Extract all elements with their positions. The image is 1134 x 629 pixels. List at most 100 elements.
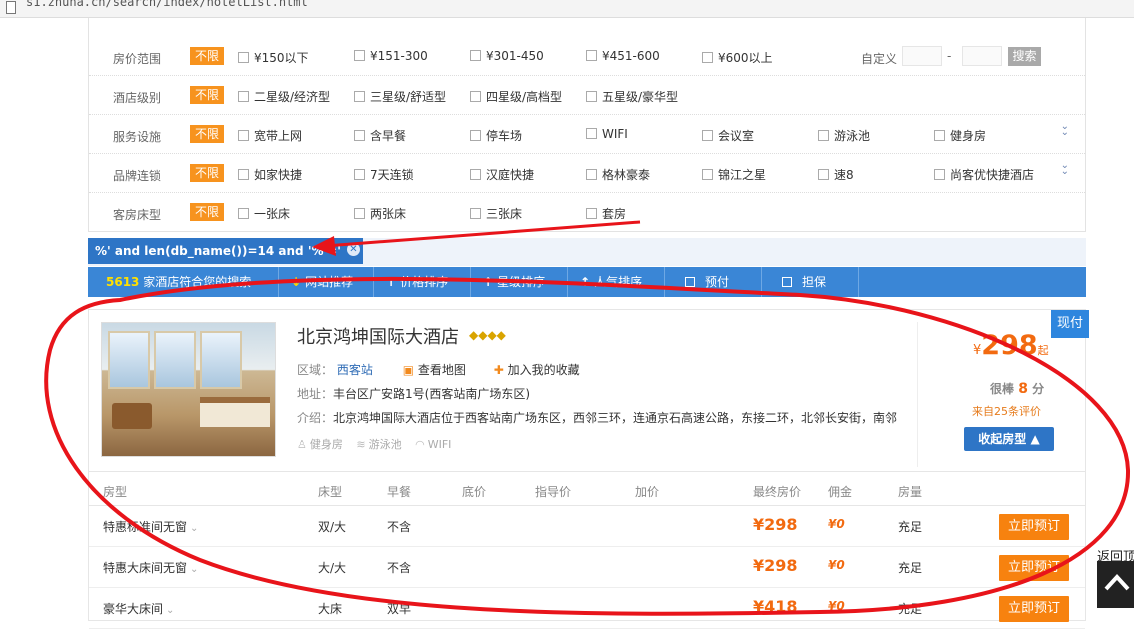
- photo-window: [154, 331, 196, 389]
- bed-option[interactable]: 三张床: [470, 205, 522, 222]
- unlimited-button[interactable]: 不限: [190, 164, 225, 182]
- checkbox[interactable]: [354, 169, 365, 180]
- filter-label: 房价范围: [113, 52, 162, 66]
- brand-option[interactable]: 锦江之星: [702, 166, 766, 183]
- checkbox[interactable]: [354, 208, 365, 219]
- bed-option[interactable]: 两张床: [354, 205, 406, 222]
- checkbox[interactable]: [702, 169, 713, 180]
- expand-more-icon[interactable]: ⌄ ⌄: [1061, 161, 1069, 177]
- room-name[interactable]: 特惠标准间无窗 ⌄: [103, 518, 198, 535]
- facility-option[interactable]: 游泳池: [818, 127, 870, 144]
- star-option[interactable]: 五星级/豪华型: [586, 88, 678, 105]
- facility-option[interactable]: 会议室: [702, 127, 754, 144]
- brand-option[interactable]: 格林豪泰: [586, 166, 650, 183]
- review-count-link[interactable]: 来自25条评价: [972, 403, 1041, 419]
- unlimited-button[interactable]: 不限: [190, 47, 225, 65]
- checkbox[interactable]: [470, 169, 481, 180]
- back-to-top-button[interactable]: [1097, 561, 1134, 608]
- unlimited-button[interactable]: 不限: [190, 86, 225, 104]
- checkbox[interactable]: [470, 50, 481, 61]
- sort-price[interactable]: ↑ 价格排序: [374, 267, 471, 297]
- checkbox[interactable]: [470, 208, 481, 219]
- checkbox[interactable]: [354, 50, 365, 61]
- sort-popularity[interactable]: ↑ 人气排序: [568, 267, 665, 297]
- unlimited-button[interactable]: 不限: [190, 125, 225, 143]
- checkbox[interactable]: [586, 208, 597, 219]
- brand-option[interactable]: 汉庭快捷: [470, 166, 534, 183]
- price-search-button[interactable]: 搜索: [1008, 47, 1041, 66]
- price-option[interactable]: ¥150以下: [238, 49, 309, 66]
- search-keyword-tag[interactable]: %' and len(db_name())=14 and '%'=' ✕: [88, 238, 363, 264]
- star-option[interactable]: 三星级/舒适型: [354, 88, 446, 105]
- collapse-rooms-button[interactable]: 收起房型 ▲: [964, 427, 1054, 451]
- facility-option[interactable]: WIFI: [586, 127, 628, 141]
- arrow-up-icon: ↑: [386, 275, 397, 289]
- checkbox[interactable]: [238, 52, 249, 63]
- arrow-up-icon: ↑: [483, 275, 494, 289]
- filter-prepay[interactable]: 预付: [665, 267, 762, 297]
- facility-option[interactable]: 停车场: [470, 127, 522, 144]
- sort-recommended[interactable]: ↓ 网站推荐: [279, 267, 374, 297]
- close-icon[interactable]: ✕: [346, 243, 360, 256]
- custom-price-min-input[interactable]: [902, 46, 942, 66]
- brand-option[interactable]: 速8: [818, 166, 854, 183]
- facility-option[interactable]: 宽带上网: [238, 127, 302, 144]
- bed-option[interactable]: 一张床: [238, 205, 290, 222]
- star-option[interactable]: 二星级/经济型: [238, 88, 330, 105]
- checkbox[interactable]: [934, 169, 945, 180]
- checkbox[interactable]: [818, 169, 829, 180]
- room-breakfast: 双早: [387, 602, 412, 616]
- checkbox[interactable]: [238, 91, 249, 102]
- book-now-button[interactable]: 立即预订: [999, 514, 1069, 540]
- checkbox[interactable]: [702, 52, 713, 63]
- custom-price-max-input[interactable]: [962, 46, 1002, 66]
- brand-option[interactable]: 7天连锁: [354, 166, 414, 183]
- checkbox[interactable]: [470, 91, 481, 102]
- checkbox[interactable]: [782, 277, 792, 287]
- unlimited-button[interactable]: 不限: [190, 203, 225, 221]
- checkbox[interactable]: [238, 169, 249, 180]
- hotel-address-line: 地址：丰台区广安路1号(西客站南广场东区): [297, 387, 531, 401]
- add-favorite-link[interactable]: 加入我的收藏: [508, 363, 580, 377]
- filter-guarantee[interactable]: 担保: [762, 267, 859, 297]
- col-bed: 床型: [318, 485, 343, 499]
- hotel-name[interactable]: 北京鸿坤国际大酒店: [297, 323, 459, 349]
- book-now-button[interactable]: 立即预订: [999, 596, 1069, 622]
- checkbox[interactable]: [354, 91, 365, 102]
- checkbox[interactable]: [702, 130, 713, 141]
- room-name[interactable]: 豪华大床间 ⌄: [103, 600, 174, 617]
- bed-option[interactable]: 套房: [586, 205, 626, 222]
- brand-option[interactable]: 如家快捷: [238, 166, 302, 183]
- price-option[interactable]: ¥451-600: [586, 49, 660, 63]
- checkbox[interactable]: [354, 130, 365, 141]
- checkbox[interactable]: [586, 128, 597, 139]
- room-name[interactable]: 特惠大床间无窗 ⌄: [103, 559, 198, 576]
- sort-star[interactable]: ↑ 星级排序: [471, 267, 568, 297]
- view-map-link[interactable]: 查看地图: [418, 363, 466, 377]
- price-option[interactable]: ¥151-300: [354, 49, 428, 63]
- facility-option[interactable]: 健身房: [934, 127, 986, 144]
- checkbox[interactable]: [470, 130, 481, 141]
- url-text[interactable]: s1.zhuna.cn/search/index/hotelList.html: [26, 0, 308, 9]
- checkbox[interactable]: [818, 130, 829, 141]
- facility-option[interactable]: 含早餐: [354, 127, 406, 144]
- price-option[interactable]: ¥301-450: [470, 49, 544, 63]
- filter-label: 品牌连锁: [113, 169, 162, 183]
- hotel-photo[interactable]: [101, 322, 276, 457]
- checkbox[interactable]: [238, 130, 249, 141]
- star-option[interactable]: 四星级/高档型: [470, 88, 562, 105]
- price-option[interactable]: ¥600以上: [702, 49, 773, 66]
- checkbox[interactable]: [685, 277, 695, 287]
- checkbox[interactable]: [586, 91, 597, 102]
- book-now-button[interactable]: 立即预订: [999, 555, 1069, 581]
- checkbox[interactable]: [238, 208, 249, 219]
- checkbox[interactable]: [586, 50, 597, 61]
- room-price: ¥298: [753, 515, 798, 534]
- address-bar[interactable]: s1.zhuna.cn/search/index/hotelList.html: [0, 0, 1134, 18]
- expand-more-icon[interactable]: ⌄ ⌄: [1061, 122, 1069, 138]
- checkbox[interactable]: [586, 169, 597, 180]
- brand-option[interactable]: 尚客优快捷酒店: [934, 166, 1034, 183]
- checkbox[interactable]: [934, 130, 945, 141]
- price-column: 现付 ¥298起 很棒 8 分 来自25条评价 收起房型 ▲: [917, 310, 1089, 467]
- area-link[interactable]: 西客站: [337, 363, 373, 377]
